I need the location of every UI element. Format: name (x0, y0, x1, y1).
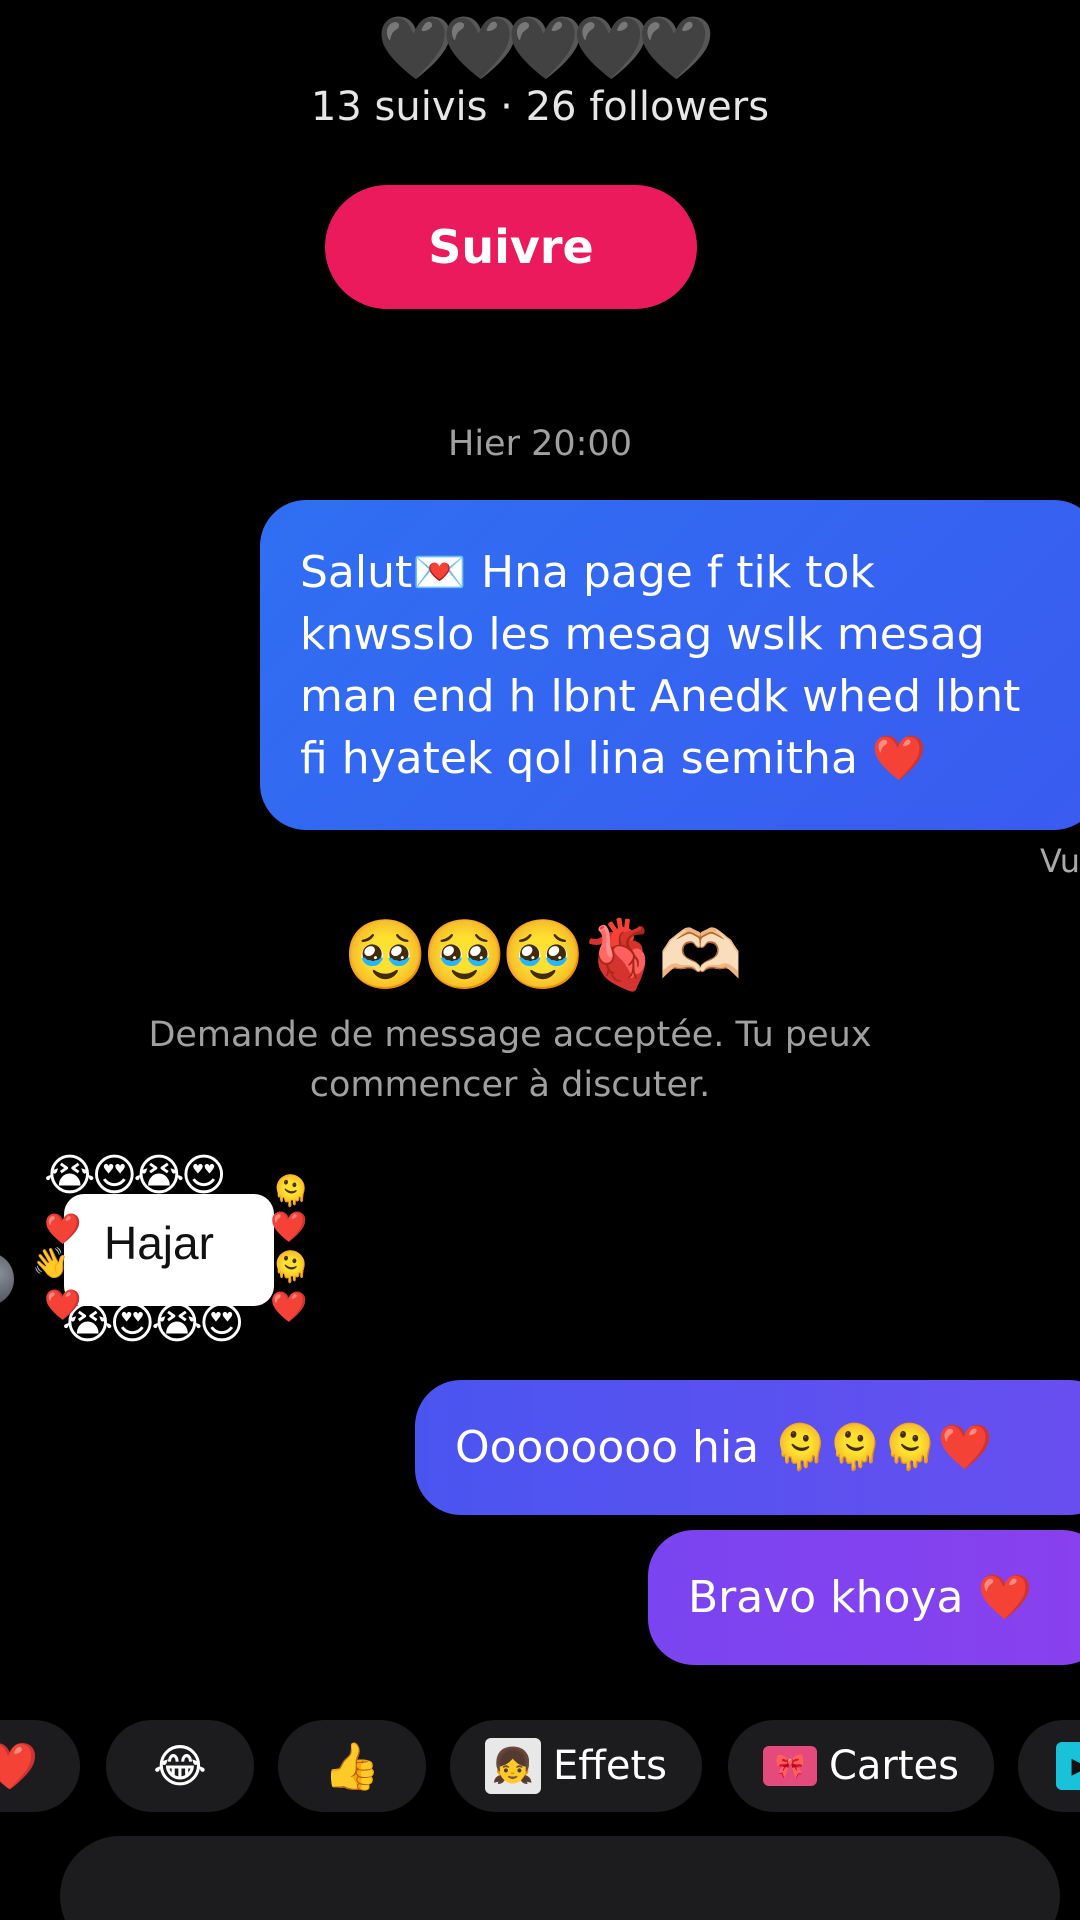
melting-face-icon: 🫠 (272, 1250, 310, 1285)
heart-reaction-button[interactable]: ❤️ (0, 1720, 80, 1812)
effects-button[interactable]: 👧 Effets (450, 1720, 702, 1812)
cards-label: Cartes (828, 1743, 960, 1789)
effects-label: Effets (553, 1743, 667, 1789)
laugh-reaction-button[interactable]: 😂 (106, 1720, 254, 1812)
more-actions-button[interactable]: ▶ (1018, 1720, 1080, 1812)
quick-reaction-bar: ❤️ 😂 👍 👧 Effets 🎀 Cartes ▶ (0, 1720, 1080, 1815)
heart-icon: ❤️ (270, 1210, 308, 1245)
profile-stats: 13 suivis · 26 followers (310, 84, 770, 130)
heart-icon: ❤️ (44, 1288, 82, 1323)
cards-button[interactable]: 🎀 Cartes (728, 1720, 994, 1812)
thumbs-up-icon: 👍 (323, 1738, 381, 1793)
sticker-emoji-row-bottom: 😭😍😭😍 (62, 1298, 245, 1349)
effects-icon: 👧 (485, 1738, 542, 1794)
outgoing-message[interactable]: Oooooooo hia 🫠🫠🫠❤️ (415, 1380, 1080, 1515)
dm-screen: 🖤🖤🖤🖤🖤 13 suivis · 26 followers Suivre Hi… (0, 0, 1080, 1920)
sticker-message[interactable]: Hajar 😭😍😭😍 😭😍😭😍 🫠 ❤️ 🫠 ❤️ ❤️ 👋 ❤️ (32, 1150, 309, 1350)
laughing-face-icon: 😂 (153, 1739, 207, 1793)
heart-icon: ❤️ (44, 1212, 82, 1247)
avatar[interactable] (0, 1252, 14, 1306)
play-icon: ▶ (1056, 1742, 1080, 1790)
peer-name-emoji: 🥹🥹🥹🫀🫶🏻 (343, 916, 742, 995)
outgoing-message[interactable]: Bravo khoya ❤️ (648, 1530, 1080, 1665)
heart-icon: ❤️ (0, 1738, 39, 1793)
heart-icon: ❤️ (270, 1290, 308, 1325)
follow-button[interactable]: Suivre (325, 185, 697, 309)
seen-status: Vu (1040, 842, 1080, 880)
cards-icon: 🎀 (762, 1746, 817, 1786)
message-input[interactable] (60, 1836, 1060, 1920)
waving-hand-icon: 👋 (32, 1246, 70, 1281)
sticker-emoji-row-top: 😭😍😭😍 (44, 1150, 227, 1201)
profile-name: 🖤🖤🖤🖤🖤 (377, 11, 715, 84)
melting-face-icon: 🫠 (272, 1174, 310, 1209)
chat-timestamp: Hier 20:00 (448, 424, 632, 464)
system-message: Demande de message acceptée. Tu peux com… (148, 1015, 872, 1105)
thumbs-up-reaction-button[interactable]: 👍 (278, 1720, 426, 1812)
outgoing-message[interactable]: Salut💌 Hna page f tik tok knwsslo les me… (260, 500, 1080, 830)
sticker-name: Hajar (104, 1217, 214, 1269)
